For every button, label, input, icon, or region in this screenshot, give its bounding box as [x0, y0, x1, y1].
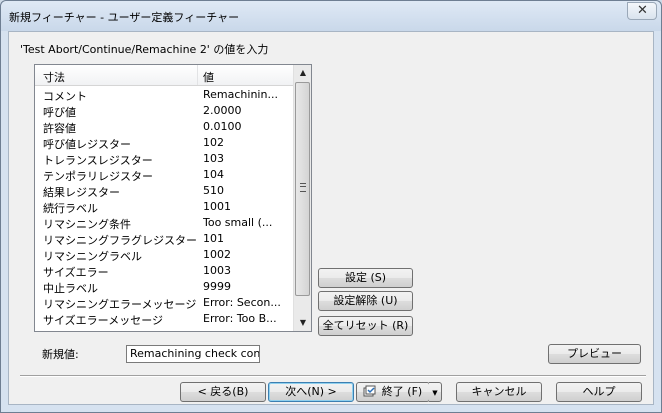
dimension-value: Too small (...	[203, 216, 273, 229]
dimension-name: 続行ラベル	[43, 202, 98, 215]
finish-label: 終了 (F)	[381, 385, 423, 398]
finish-button[interactable]: 終了 (F)	[356, 382, 430, 402]
dimension-value: 1002	[203, 248, 231, 261]
column-header-value[interactable]: 値	[203, 69, 214, 85]
list-item[interactable]: リマシニングラベル 1002	[35, 247, 293, 263]
list-item[interactable]: 呼び値レジスター 102	[35, 135, 293, 151]
title-bar[interactable]: 新規フィーチャー - ユーザー定義フィーチャー ✕	[1, 1, 661, 31]
finish-icon	[363, 385, 376, 397]
finish-dropdown-icon[interactable]: ▼	[429, 382, 442, 402]
prompt-label: 'Test Abort/Continue/Remachine 2' の値を入力	[20, 43, 269, 56]
scroll-up-icon[interactable]: ▲	[295, 65, 311, 81]
list-header: 寸法 値	[35, 65, 293, 86]
dimension-value: 9999	[203, 280, 231, 293]
dimension-value: 510	[203, 184, 224, 197]
unset-button[interactable]: 設定解除 (U)	[318, 291, 413, 311]
dimension-name: リマシニングエラーメッセージ	[43, 298, 197, 311]
grip-icon	[300, 183, 306, 192]
list-item[interactable]: サイズエラー 1003	[35, 263, 293, 279]
preview-button[interactable]: プレビュー	[548, 344, 641, 364]
dimension-name: サイズエラー	[43, 266, 109, 279]
list-item[interactable]: コメント Remachinin...	[35, 87, 293, 103]
dimension-name: 許容値	[43, 122, 76, 135]
list-item[interactable]: 呼び値 2.0000	[35, 103, 293, 119]
scroll-down-icon[interactable]: ▼	[295, 315, 311, 331]
dimension-value: 103	[203, 152, 224, 165]
scroll-thumb[interactable]	[295, 82, 310, 296]
list-item[interactable]: テンポラリレジスター 104	[35, 167, 293, 183]
dimension-name: テンポラリレジスター	[43, 170, 153, 183]
close-icon: ✕	[637, 3, 648, 18]
dimension-name: サイズエラーメッセージ	[43, 314, 164, 327]
next-button[interactable]: 次へ(N) >	[268, 382, 354, 402]
dimension-value: 2.0000	[203, 104, 242, 117]
dimension-name: 呼び値	[43, 106, 76, 119]
dimension-value: 1001	[203, 200, 231, 213]
list-item[interactable]: サイズエラーメッセージ Error: Too B...	[35, 311, 293, 327]
list-item[interactable]: リマシニングフラグレジスター 101	[35, 231, 293, 247]
dimension-value: Error: Secon...	[203, 296, 281, 309]
list-rows: コメント Remachinin... 呼び値 2.0000 許容値 0.0100 呼び値レジ…	[35, 87, 293, 327]
list-item[interactable]: 中止ラベル 9999	[35, 279, 293, 295]
list-item[interactable]: 許容値 0.0100	[35, 119, 293, 135]
help-button[interactable]: ヘルプ	[556, 382, 642, 402]
dialog-client-area: 'Test Abort/Continue/Remachine 2' の値を入力 …	[8, 31, 654, 405]
set-button[interactable]: 設定 (S)	[318, 268, 413, 288]
dimension-name: リマシニングラベル	[43, 250, 142, 263]
close-button[interactable]: ✕	[627, 2, 657, 20]
list-item[interactable]: 結果レジスター 510	[35, 183, 293, 199]
list-item[interactable]: 続行ラベル 1001	[35, 199, 293, 215]
dimension-value: Remachinin...	[203, 88, 278, 101]
new-value-label: 新規値:	[42, 348, 79, 361]
dimension-name: コメント	[43, 90, 87, 103]
dimension-name: 中止ラベル	[43, 282, 98, 295]
dimension-name: 結果レジスター	[43, 186, 120, 199]
list-item[interactable]: リマシニングエラーメッセージ Error: Secon...	[35, 295, 293, 311]
cancel-button[interactable]: キャンセル	[456, 382, 542, 402]
dimension-name: リマシニング条件	[43, 218, 131, 231]
reset-all-button[interactable]: 全てリセット (R)	[318, 316, 413, 336]
dimension-name: トレランスレジスター	[43, 154, 153, 167]
dimension-name: リマシニングフラグレジスター	[43, 234, 197, 247]
list-item[interactable]: リマシニング条件 Too small (...	[35, 215, 293, 231]
column-divider[interactable]	[197, 65, 198, 85]
dimension-name: 呼び値レジスター	[43, 138, 131, 151]
footer-divider	[20, 375, 646, 377]
window-title: 新規フィーチャー - ユーザー定義フィーチャー	[9, 11, 240, 24]
dimension-list[interactable]: 寸法 値 コメント Remachinin... 呼び値 2.0000 許容値 0.0100…	[34, 64, 312, 332]
dimension-value: 101	[203, 232, 224, 245]
vertical-scrollbar[interactable]: ▲ ▼	[293, 65, 311, 331]
dimension-value: 1003	[203, 264, 231, 277]
list-item[interactable]: トレランスレジスター 103	[35, 151, 293, 167]
dimension-value: 102	[203, 136, 224, 149]
column-header-dimension[interactable]: 寸法	[43, 69, 65, 85]
new-value-input[interactable]: Remachining check cond	[126, 345, 260, 363]
back-button[interactable]: < 戻る(B)	[180, 382, 266, 402]
dialog-window: 新規フィーチャー - ユーザー定義フィーチャー ✕ 'Test Abort/Co…	[0, 0, 662, 413]
dimension-value: 0.0100	[203, 120, 242, 133]
dimension-value: Error: Too B...	[203, 312, 277, 325]
dimension-value: 104	[203, 168, 224, 181]
